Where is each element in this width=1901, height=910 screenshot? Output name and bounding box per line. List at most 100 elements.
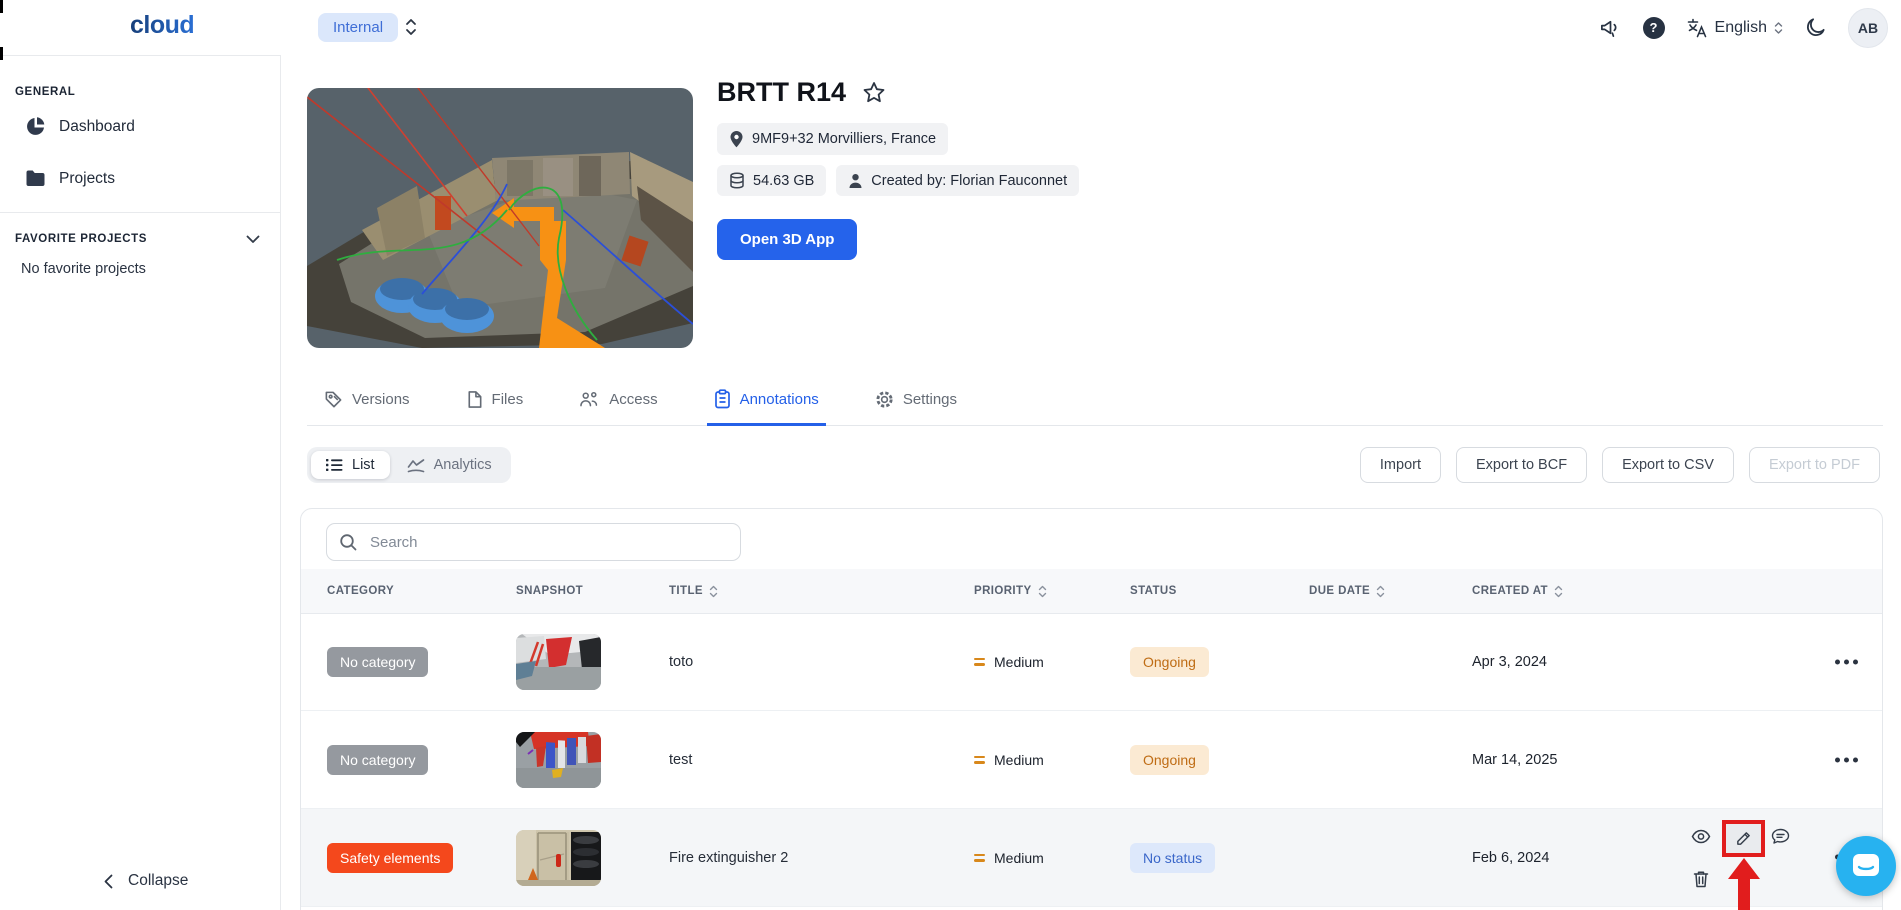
chevron-down-icon: [246, 235, 260, 243]
row-menu-button[interactable]: [1835, 659, 1858, 664]
annotation-snapshot: [516, 731, 601, 788]
favorites-empty-text: No favorite projects: [21, 261, 146, 277]
import-button[interactable]: Import: [1359, 447, 1441, 483]
main-content: BRTT R14 9MF9+32 Morvilliers, France 54.…: [281, 55, 1901, 910]
sidebar-item-projects[interactable]: Projects: [0, 159, 280, 198]
app-logo[interactable]: cloud: [130, 11, 195, 40]
annotation-title: Fire extinguisher 2: [669, 849, 789, 866]
chat-widget-button[interactable]: [1836, 836, 1896, 896]
analytics-chart-icon: [407, 458, 424, 472]
tab-settings[interactable]: Settings: [868, 375, 964, 426]
location-text: 9MF9+32 Morvilliers, France: [752, 131, 937, 147]
screen-edge-artifact: [0, 47, 3, 60]
help-icon[interactable]: ?: [1642, 16, 1665, 39]
export-pdf-button[interactable]: Export to PDF: [1748, 447, 1880, 483]
project-thumbnail[interactable]: [307, 88, 693, 348]
workspace-chevron-updown-icon[interactable]: [404, 17, 418, 37]
folder-icon: [25, 169, 46, 188]
table-row[interactable]: No category test Medium Ongoing Mar 14, …: [301, 711, 1882, 809]
project-title: BRTT R14: [717, 77, 847, 107]
view-toggle-list[interactable]: List: [311, 451, 390, 479]
view-toggle-label: Analytics: [433, 457, 492, 473]
trash-icon: [1693, 871, 1709, 888]
tab-bar: Versions Files Access Annotations Settin…: [307, 375, 1883, 426]
open-3d-app-button[interactable]: Open 3D App: [717, 219, 858, 260]
comment-annotation-button[interactable]: [1771, 828, 1790, 846]
export-bcf-button[interactable]: Export to BCF: [1456, 447, 1588, 483]
dark-mode-moon-icon[interactable]: [1804, 16, 1827, 39]
created-at-cell: Apr 3, 2024: [1472, 653, 1547, 670]
sort-icon: [1554, 585, 1563, 597]
sort-icon: [1376, 585, 1385, 597]
sidebar: GENERAL Dashboard Projects FAVORITE PROJ…: [0, 55, 281, 910]
sidebar-section-favorites[interactable]: FAVORITE PROJECTS: [0, 213, 280, 245]
delete-annotation-button[interactable]: [1693, 870, 1709, 888]
annotation-title: toto: [669, 653, 694, 670]
top-bar: cloud Internal ? English AB: [0, 0, 1901, 55]
sort-icon: [709, 585, 718, 597]
location-pin-icon: [730, 131, 743, 148]
gear-icon: [876, 390, 893, 408]
created-at-cell: Mar 14, 2025: [1472, 751, 1558, 768]
announcements-megaphone-icon[interactable]: [1599, 16, 1622, 39]
chat-icon: [1853, 854, 1879, 876]
annotations-table-card: CATEGORY SNAPSHOT TITLE PRIORITY STATUS …: [300, 508, 1883, 910]
user-avatar[interactable]: AB: [1848, 7, 1888, 48]
tab-access[interactable]: Access: [572, 375, 664, 426]
edit-annotation-button-highlighted[interactable]: [1722, 820, 1765, 857]
category-badge: Safety elements: [327, 842, 454, 873]
workspace-selector[interactable]: Internal: [318, 13, 399, 42]
table-row[interactable]: Safety elements Fire extinguisher 2 Medi…: [301, 809, 1882, 910]
annotation-snapshot: [516, 829, 601, 886]
annotation-red-arrow: [1728, 858, 1760, 910]
chevron-left-icon: [104, 874, 113, 888]
collapse-label: Collapse: [128, 872, 189, 889]
tab-versions[interactable]: Versions: [317, 375, 417, 426]
sidebar-item-dashboard[interactable]: Dashboard: [0, 106, 280, 147]
tab-files[interactable]: Files: [459, 375, 531, 426]
column-header-priority[interactable]: PRIORITY: [974, 585, 1130, 598]
tab-annotations[interactable]: Annotations: [706, 375, 826, 426]
export-csv-button[interactable]: Export to CSV: [1602, 447, 1734, 483]
priority-medium-icon: [974, 657, 985, 666]
sidebar-item-label: Dashboard: [59, 117, 135, 135]
status-badge: Ongoing: [1130, 744, 1209, 775]
pencil-icon: [1737, 832, 1750, 845]
column-header-created-at[interactable]: CREATED AT: [1472, 585, 1655, 598]
status-badge: Ongoing: [1130, 646, 1209, 677]
favorite-star-icon[interactable]: [862, 81, 886, 104]
view-annotation-button[interactable]: [1691, 829, 1711, 844]
created-by-badge: Created by: Florian Fauconnet: [836, 165, 1080, 196]
tab-label: Versions: [352, 390, 410, 408]
people-icon: [580, 391, 598, 407]
created-by-text: Created by: Florian Fauconnet: [871, 172, 1068, 189]
storage-size-badge: 54.63 GB: [717, 165, 827, 196]
favorites-label: FAVORITE PROJECTS: [15, 233, 148, 245]
table-row[interactable]: No category toto Medium Ongoing Apr 3, 2…: [301, 613, 1882, 711]
priority-medium-icon: [974, 755, 985, 764]
column-header-snapshot: SNAPSHOT: [516, 585, 584, 597]
priority-cell: Medium: [974, 752, 1130, 768]
created-at-cell: Feb 6, 2024: [1472, 849, 1550, 866]
collapse-sidebar-button[interactable]: Collapse: [104, 872, 188, 890]
speech-bubble-icon: [1771, 828, 1790, 844]
annotation-snapshot: [516, 633, 601, 690]
screen-edge-artifact: [0, 0, 3, 13]
tag-icon: [325, 391, 342, 407]
view-toggle-analytics[interactable]: Analytics: [392, 451, 507, 479]
search-box: [326, 523, 741, 561]
category-badge: No category: [327, 744, 429, 775]
table-header: CATEGORY SNAPSHOT TITLE PRIORITY STATUS …: [301, 569, 1882, 614]
translate-icon: [1686, 17, 1708, 39]
row-menu-button[interactable]: [1835, 757, 1858, 762]
sidebar-section-general: GENERAL: [15, 86, 76, 98]
file-icon: [468, 390, 482, 408]
sidebar-item-label: Projects: [59, 169, 115, 187]
language-chevron-updown-icon: [1774, 21, 1783, 34]
column-header-due-date[interactable]: DUE DATE: [1309, 585, 1472, 598]
priority-cell: Medium: [974, 654, 1130, 670]
category-badge: No category: [327, 646, 429, 677]
language-selector[interactable]: English: [1686, 17, 1783, 39]
search-input[interactable]: [368, 532, 728, 552]
column-header-title[interactable]: TITLE: [669, 585, 974, 598]
